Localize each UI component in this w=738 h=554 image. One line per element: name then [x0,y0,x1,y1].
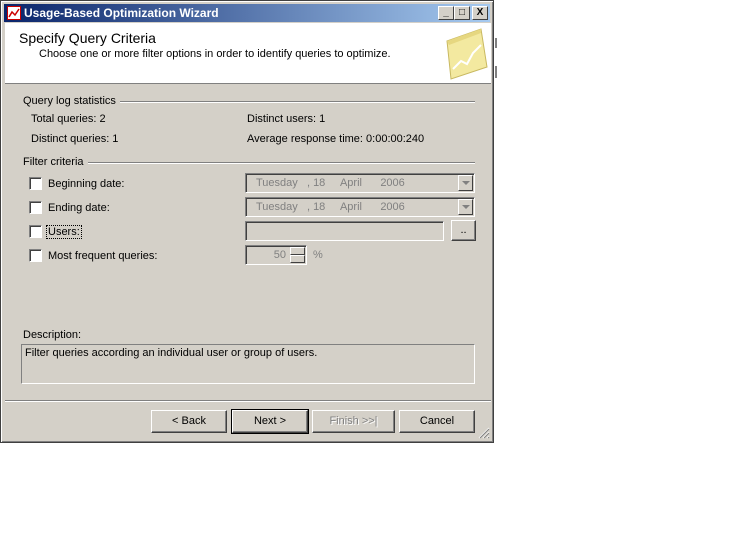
chevron-down-icon[interactable] [458,175,473,191]
background-edge-mark [495,66,497,78]
page-title: Specify Query Criteria [19,30,156,46]
total-queries: Total queries: 2 [31,113,106,125]
title-bar[interactable]: Usage-Based Optimization Wizard _ □ X [4,4,490,22]
footer-separator [5,400,491,402]
users-field[interactable] [245,221,444,241]
ending-date-value: Tuesday , 18 April 2006 [256,201,405,213]
description-label: Description: [23,329,82,341]
maximize-button[interactable]: □ [454,6,470,20]
beginning-date-value: Tuesday , 18 April 2006 [256,177,405,189]
filter-group-line [23,162,475,164]
back-button[interactable]: < Back [151,410,227,433]
ending-date-checkbox[interactable] [29,201,42,214]
avg-response-time: Average response time: 0:00:00:240 [247,133,425,145]
finish-button[interactable]: Finish >>| [312,410,395,433]
filter-group-label: Filter criteria [23,156,88,168]
window-title: Usage-Based Optimization Wizard [24,6,219,20]
distinct-users: Distinct users: 1 [247,113,326,125]
users-label: Users: [46,225,82,239]
distinct-queries: Distinct queries: 1 [31,133,119,145]
most-frequent-label: Most frequent queries: [48,250,158,262]
description-box: Filter queries according an individual u… [21,344,475,384]
cancel-button[interactable]: Cancel [399,410,475,433]
most-frequent-checkbox[interactable] [29,249,42,262]
chevron-down-icon[interactable] [458,199,473,215]
background-edge-mark [495,38,497,48]
beginning-date-checkbox[interactable] [29,177,42,190]
app-icon[interactable] [7,6,21,20]
users-checkbox[interactable] [29,225,42,238]
resize-grip-icon[interactable] [478,427,490,439]
wizard-chart-icon [446,28,488,80]
close-button[interactable]: X [472,6,488,20]
users-browse-button[interactable]: .. [451,220,476,241]
percent-unit: % [313,249,323,261]
spin-down-icon[interactable] [290,255,305,263]
wizard-window: Usage-Based Optimization Wizard _ □ X Sp… [0,0,494,443]
stats-group-label: Query log statistics [23,95,120,107]
beginning-date-label: Beginning date: [48,178,125,190]
ending-date-label: Ending date: [48,202,110,214]
spin-up-icon[interactable] [290,247,305,255]
most-frequent-stepper[interactable]: 50 [245,245,307,265]
page-subtitle: Choose one or more filter options in ord… [39,48,391,60]
wizard-header: Specify Query Criteria Choose one or mor… [5,23,491,84]
description-text: Filter queries according an individual u… [25,347,318,359]
minimize-button[interactable]: _ [438,6,454,20]
most-frequent-value: 50 [273,249,286,261]
next-button[interactable]: Next > [231,409,309,434]
ending-date-picker[interactable]: Tuesday , 18 April 2006 [245,197,475,217]
beginning-date-picker[interactable]: Tuesday , 18 April 2006 [245,173,475,193]
